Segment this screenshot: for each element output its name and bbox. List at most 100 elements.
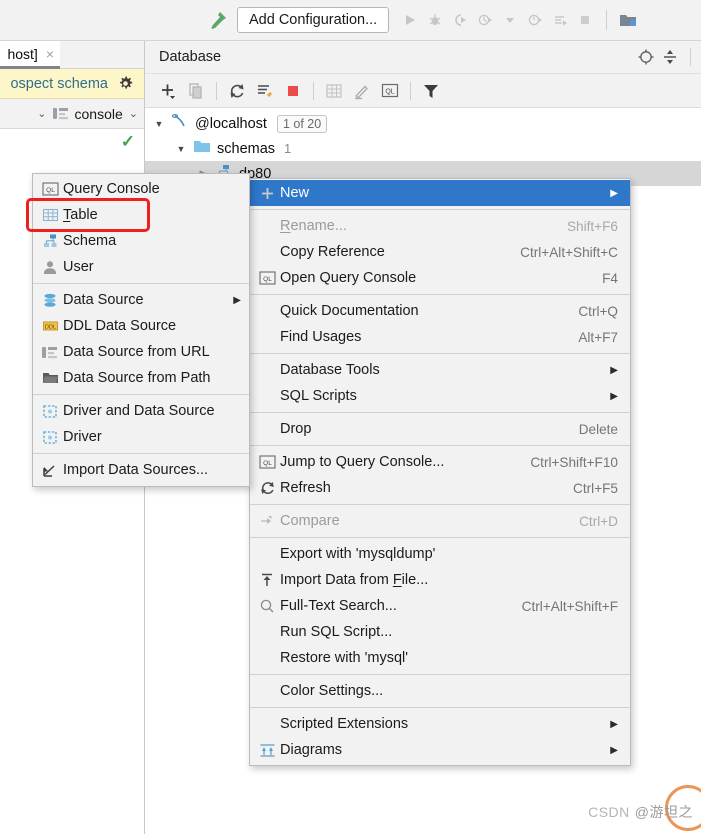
header-divider xyxy=(690,48,691,66)
submenu-item-label: Data Source xyxy=(63,292,144,308)
tree-row[interactable]: ▼ @localhost 1 of 20 xyxy=(145,111,701,136)
menu-separator xyxy=(250,504,630,505)
toolbar-divider-3 xyxy=(410,81,411,100)
editor-tab[interactable]: host] × xyxy=(0,41,60,69)
menu-item-sql-scripts[interactable]: SQL Scripts ▶ xyxy=(250,383,630,409)
debug-icon[interactable] xyxy=(424,9,446,31)
diagram-icon xyxy=(254,743,280,758)
menu-item-accel: Ctrl+Alt+Shift+F xyxy=(521,598,618,614)
menu-item-import-data-from-file[interactable]: Import Data from File... xyxy=(250,567,630,593)
profile-icon[interactable] xyxy=(474,9,496,31)
import-sources-icon xyxy=(37,463,63,478)
compare-icon xyxy=(254,514,280,528)
menu-item-open-query-console[interactable]: QL Open Query Console F4 xyxy=(250,265,630,291)
submenu-item-query-console[interactable]: QL Query Console xyxy=(33,176,249,202)
submenu-item-schema[interactable]: Schema xyxy=(33,228,249,254)
datasource-icon xyxy=(171,113,189,134)
menu-item-full-text-search[interactable]: Full-Text Search... Ctrl+Alt+Shift+F xyxy=(250,593,630,619)
submenu-item-driver-and-data-source[interactable]: Driver and Data Source xyxy=(33,398,249,424)
menu-item-label: Open Query Console xyxy=(280,270,417,286)
menu-item-refresh[interactable]: Refresh Ctrl+F5 xyxy=(250,475,630,501)
menu-item-jump-to-query-console[interactable]: QL Jump to Query Console... Ctrl+Shift+F… xyxy=(250,449,630,475)
run-icon[interactable] xyxy=(399,9,421,31)
toolbar-divider-1 xyxy=(216,81,217,100)
menu-item-label: Full-Text Search... xyxy=(280,598,397,614)
edit-icon xyxy=(349,78,375,104)
submenu-item-user[interactable]: User xyxy=(33,254,249,280)
menu-item-label: Database Tools xyxy=(280,362,380,378)
menu-item-accel: Ctrl+D xyxy=(579,513,618,529)
menu-item-scripted-extensions[interactable]: Scripted Extensions ▶ xyxy=(250,711,630,737)
query-console-icon[interactable]: QL xyxy=(377,78,403,104)
menu-item-label: New xyxy=(280,185,310,201)
gear-icon[interactable] xyxy=(117,75,134,92)
submenu-item-ddl-data-source[interactable]: DDL DDL Data Source xyxy=(33,313,249,339)
menu-item-find-usages[interactable]: Find Usages Alt+F7 xyxy=(250,324,630,350)
stop-icon[interactable] xyxy=(574,9,596,31)
chevron-down-icon[interactable]: ▼ xyxy=(175,144,187,154)
schema-icon xyxy=(37,234,63,248)
menu-item-drop[interactable]: Drop Delete xyxy=(250,416,630,442)
collapse-all-icon[interactable] xyxy=(658,45,682,69)
svg-text:QL: QL xyxy=(46,187,55,194)
ddl-icon: DDL xyxy=(37,319,63,333)
menu-item-new[interactable]: New ▶ xyxy=(250,180,630,206)
add-icon[interactable] xyxy=(155,78,181,104)
menu-item-accel: Shift+F6 xyxy=(566,218,618,234)
run-controls xyxy=(399,9,639,31)
driver-icon xyxy=(37,404,63,419)
run-tests-icon[interactable] xyxy=(549,9,571,31)
submenu-item-label: Import Data Sources... xyxy=(63,462,209,478)
submenu-item-data-source[interactable]: Data Source ▶ xyxy=(33,287,249,313)
menu-item-quick-documentation[interactable]: Quick Documentation Ctrl+Q xyxy=(250,298,630,324)
svg-text:QL: QL xyxy=(263,460,272,467)
submenu-item-data-source-from-path[interactable]: Data Source from Path xyxy=(33,365,249,391)
open-folder-icon[interactable] xyxy=(617,9,639,31)
folder-icon xyxy=(193,139,211,158)
profile-dropdown-icon[interactable] xyxy=(499,9,521,31)
duplicate-icon[interactable] xyxy=(183,78,209,104)
tree-row[interactable]: ▼ schemas 1 xyxy=(145,136,701,161)
introspect-schema-label[interactable]: ospect schema xyxy=(10,76,108,92)
menu-separator xyxy=(250,412,630,413)
console-icon xyxy=(52,107,69,120)
introspect-schema-banner: ospect schema xyxy=(0,69,144,99)
console-label[interactable]: console xyxy=(75,106,123,122)
table-editor-icon xyxy=(321,78,347,104)
add-configuration-button[interactable]: Add Configuration... xyxy=(237,7,390,33)
close-icon[interactable]: × xyxy=(46,47,54,61)
chevron-down-icon[interactable]: ▼ xyxy=(153,119,165,129)
menu-item-compare: Compare Ctrl+D xyxy=(250,508,630,534)
attach-profiler-icon[interactable] xyxy=(524,9,546,31)
status-row: ✓ xyxy=(0,129,144,155)
watermark-brand: CSDN xyxy=(588,804,630,820)
submenu-item-data-source-from-url[interactable]: Data Source from URL xyxy=(33,339,249,365)
stop-icon[interactable] xyxy=(280,78,306,104)
run-with-coverage-icon[interactable] xyxy=(449,9,471,31)
chevron-down-icon-2[interactable]: ⌄ xyxy=(129,107,138,120)
menu-item-color-settings[interactable]: Color Settings... xyxy=(250,678,630,704)
submenu-item-table[interactable]: Table xyxy=(33,202,249,228)
context-menu: New ▶ Rename... Shift+F6 Copy Reference … xyxy=(249,178,631,766)
chevron-right-icon: ▶ xyxy=(610,364,618,376)
submenu-item-driver[interactable]: Driver xyxy=(33,424,249,450)
refresh-icon[interactable] xyxy=(224,78,250,104)
chevron-right-icon: ▶ xyxy=(233,294,241,306)
menu-item-restore-mysql[interactable]: Restore with 'mysql' xyxy=(250,645,630,671)
submenu-item-import-data-sources[interactable]: Import Data Sources... xyxy=(33,457,249,483)
hammer-icon[interactable] xyxy=(205,7,231,33)
chevron-down-icon[interactable]: ⌄ xyxy=(37,107,46,120)
menu-item-diagrams[interactable]: Diagrams ▶ xyxy=(250,737,630,763)
submenu-separator xyxy=(33,283,249,284)
menu-item-accel: Alt+F7 xyxy=(578,329,618,345)
filter-icon[interactable] xyxy=(418,78,444,104)
menu-item-label: Quick Documentation xyxy=(280,303,419,319)
modify-icon[interactable] xyxy=(252,78,278,104)
menu-item-accel: Ctrl+Alt+Shift+C xyxy=(520,244,618,260)
menu-item-label: Copy Reference xyxy=(280,244,385,260)
menu-item-export-mysqldump[interactable]: Export with 'mysqldump' xyxy=(250,541,630,567)
menu-item-run-sql-script[interactable]: Run SQL Script... xyxy=(250,619,630,645)
locate-icon[interactable] xyxy=(634,45,658,69)
menu-item-database-tools[interactable]: Database Tools ▶ xyxy=(250,357,630,383)
menu-item-copy-reference[interactable]: Copy Reference Ctrl+Alt+Shift+C xyxy=(250,239,630,265)
